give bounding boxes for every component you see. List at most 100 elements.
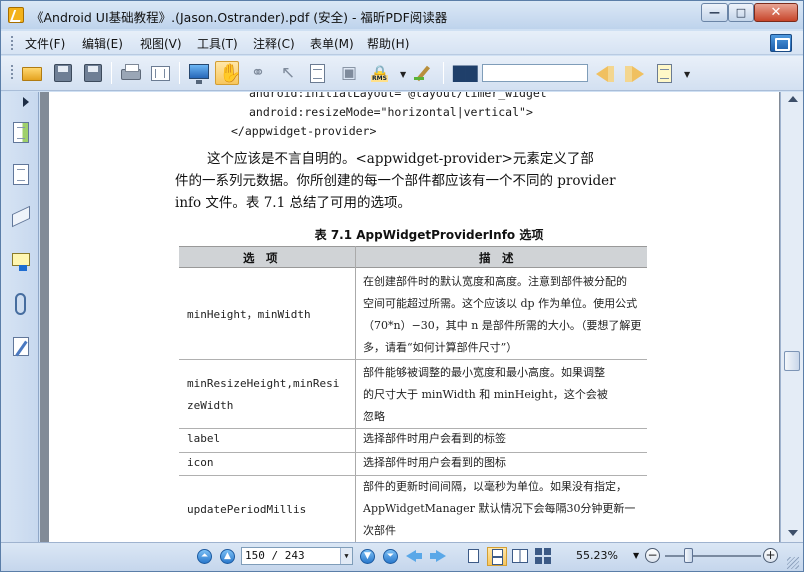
- page-thumbnail-icon: [13, 164, 29, 185]
- code-line: android:initialLayout="@layout/timer_wid…: [249, 92, 554, 100]
- fullscreen-button[interactable]: [187, 61, 211, 85]
- hand-tool-button[interactable]: ✋: [215, 61, 241, 85]
- table-column-divider: [355, 246, 356, 542]
- toolbar-separator: [443, 62, 444, 84]
- save-as-button[interactable]: [81, 61, 105, 85]
- window-title: 《Android UI基础教程》.(Jason.Ostrander).pdf (…: [31, 10, 448, 25]
- zoom-level[interactable]: 55.23%: [576, 549, 618, 562]
- print-button[interactable]: [119, 61, 143, 85]
- text-select-icon: [310, 64, 325, 83]
- zoom-in-icon[interactable]: +: [763, 548, 778, 563]
- resize-grip-icon[interactable]: [787, 557, 799, 569]
- find-previous-icon: [596, 66, 614, 82]
- zoom-out-icon[interactable]: −: [645, 548, 660, 563]
- menu-view[interactable]: 视图(V): [140, 35, 182, 52]
- document-viewport[interactable]: android:initialLayout="@layout/timer_wid…: [40, 92, 780, 542]
- attachments-button[interactable]: [10, 292, 34, 318]
- select-tool-button[interactable]: ↖: [276, 61, 300, 85]
- table-cell-option: updatePeriodMillis: [187, 503, 307, 516]
- rms-button[interactable]: 🔒 RMS: [368, 61, 392, 85]
- table-header-option: 选 项: [243, 251, 278, 265]
- paragraph-line: info 文件。表 7.1 总结了可用的选项。: [175, 195, 411, 211]
- continuous-facing-view-button[interactable]: [533, 547, 553, 566]
- table-cell-description: 选择部件时用户会看到的标签: [363, 432, 506, 445]
- vertical-scrollbar[interactable]: [780, 92, 803, 542]
- table-cell-description: 选择部件时用户会看到的图标: [363, 456, 506, 469]
- pages-button[interactable]: [10, 163, 34, 189]
- snapshot-button[interactable]: ▣: [337, 61, 361, 85]
- code-line: </appwidget-provider>: [231, 124, 377, 138]
- paragraph-line: 件的一系列元数据。你所创建的每一个部件都应该有一个不同的 provider: [175, 173, 616, 189]
- page-dropdown-icon[interactable]: ▼: [340, 548, 352, 564]
- foxit-app-icon: [8, 7, 24, 23]
- ribbon-toggle-icon[interactable]: [770, 34, 792, 52]
- zoom-tool-button[interactable]: ⚭: [246, 61, 270, 85]
- maximize-button[interactable]: □: [728, 3, 754, 22]
- form-icon: [13, 337, 29, 356]
- menu-help[interactable]: 帮助(H): [367, 35, 409, 52]
- back-icon[interactable]: [406, 549, 422, 563]
- table-header-description: 描 述: [479, 251, 514, 265]
- find-input[interactable]: [482, 64, 588, 82]
- close-button[interactable]: ✕: [754, 3, 798, 22]
- last-page-icon[interactable]: ⏷: [383, 549, 398, 564]
- menu-tools[interactable]: 工具(T): [197, 35, 238, 52]
- highlight-button[interactable]: [653, 61, 677, 85]
- forward-icon[interactable]: [430, 549, 446, 563]
- page-number-field[interactable]: 150 / 243 ▼: [241, 547, 353, 565]
- menu-grip-icon[interactable]: [11, 36, 14, 50]
- status-bar: ⏶ ▲ 150 / 243 ▼ ▼ ⏷ 55.23% ▼ − +: [1, 542, 803, 571]
- toolbar-grip-icon[interactable]: [11, 65, 14, 79]
- open-button[interactable]: [20, 61, 44, 85]
- layers-button[interactable]: [10, 205, 34, 231]
- menu-file[interactable]: 文件(F): [25, 35, 65, 52]
- sign-button[interactable]: [410, 61, 434, 85]
- first-page-icon[interactable]: ⏶: [197, 549, 212, 564]
- rms-dropdown-icon[interactable]: ▼: [400, 70, 406, 79]
- facing-view-button[interactable]: [510, 547, 530, 566]
- forms-button[interactable]: [10, 335, 34, 361]
- scroll-up-icon[interactable]: [788, 96, 798, 102]
- paragraph-line: 这个应该是不言自明的。<appwidget-provider>元素定义了部: [207, 151, 594, 167]
- menu-form[interactable]: 表单(M): [310, 35, 354, 52]
- next-page-icon[interactable]: ▼: [360, 549, 375, 564]
- menu-edit[interactable]: 编辑(E): [82, 35, 123, 52]
- comment-icon: [12, 253, 30, 271]
- toolbar-separator: [179, 62, 180, 84]
- zoom-slider-thumb[interactable]: [684, 548, 693, 563]
- table-row-divider: [179, 359, 647, 360]
- comments-button[interactable]: [10, 249, 34, 275]
- toolbar-separator: [111, 62, 112, 84]
- zoom-dropdown-icon[interactable]: ▼: [633, 551, 639, 560]
- single-page-icon: [468, 549, 479, 563]
- single-page-view-button[interactable]: [464, 547, 484, 566]
- menu-comment[interactable]: 注释(C): [253, 35, 295, 52]
- fullscreen-icon: [189, 64, 209, 84]
- highlight-dropdown-icon[interactable]: ▼: [684, 70, 690, 79]
- find-previous-button[interactable]: [593, 61, 617, 85]
- pdf-page: android:initialLayout="@layout/timer_wid…: [49, 92, 779, 542]
- zoom-tool-icon: ⚭: [250, 63, 266, 83]
- minimize-button[interactable]: —: [701, 3, 728, 22]
- sign-icon: [413, 65, 431, 81]
- text-select-button[interactable]: [306, 61, 330, 85]
- scroll-down-icon[interactable]: [788, 530, 798, 536]
- continuous-view-button[interactable]: [487, 547, 507, 566]
- table-cell-description: 部件的更新时间间隔，以毫秒为单位。如果没有指定， AppWidgetManage…: [363, 480, 636, 537]
- continuous-facing-icon: [535, 548, 551, 564]
- find-button[interactable]: ▇▇: [452, 61, 478, 85]
- find-next-button[interactable]: [621, 61, 645, 85]
- save-button[interactable]: [51, 61, 75, 85]
- page-number-value: 150 / 243: [245, 549, 305, 562]
- previous-page-icon[interactable]: ▲: [220, 549, 235, 564]
- menu-bar: 文件(F) 编辑(E) 视图(V) 工具(T) 注释(C) 表单(M) 帮助(H…: [1, 31, 803, 55]
- find-next-icon: [625, 66, 644, 82]
- layers-icon: [12, 205, 30, 228]
- minimize-icon: —: [709, 6, 720, 19]
- zoom-slider-track[interactable]: [665, 555, 761, 557]
- scan-button[interactable]: [149, 61, 173, 85]
- expand-panel-icon[interactable]: [23, 97, 29, 107]
- bookmarks-button[interactable]: [10, 121, 34, 147]
- scroll-thumb[interactable]: [784, 351, 800, 371]
- facing-page-icon: [512, 549, 528, 563]
